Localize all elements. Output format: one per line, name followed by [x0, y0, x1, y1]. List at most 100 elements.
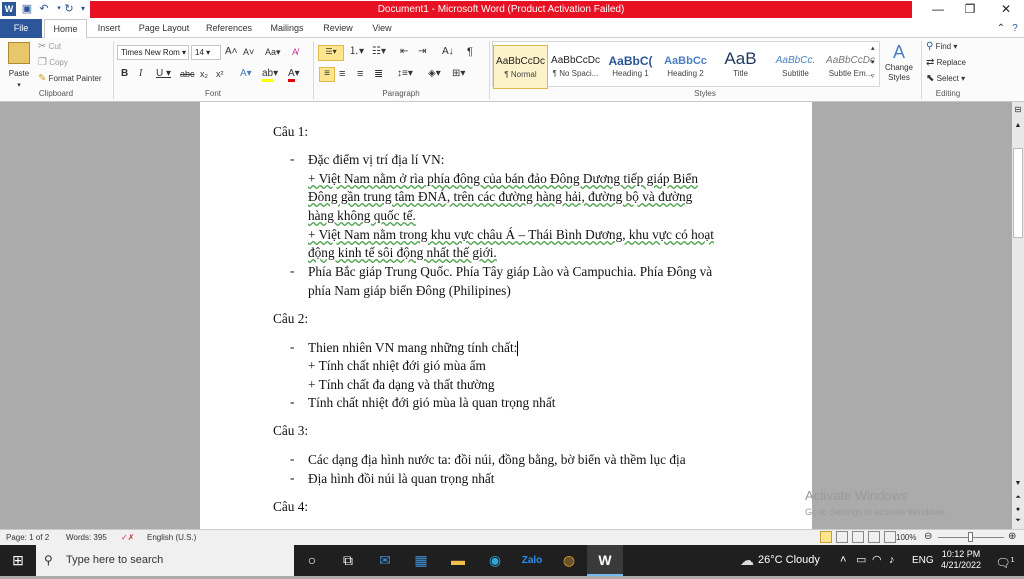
weather[interactable]: 26°C Cloudy	[758, 545, 820, 576]
select-button[interactable]: ⬉ Select ▾	[926, 73, 965, 85]
chrome-icon[interactable]: ◍	[551, 545, 587, 576]
style-subtitle[interactable]: AaBbCc. Subtitle	[768, 45, 823, 89]
tab-page-layout[interactable]: Page Layout	[134, 19, 194, 38]
minimize-ribbon-icon[interactable]: ⌃	[995, 19, 1007, 38]
close-button[interactable]: ✕	[988, 0, 1024, 19]
scroll-down-icon[interactable]: ▼	[1013, 480, 1023, 490]
style-subtle-emphasis[interactable]: AaBbCcDc Subtle Em...	[823, 45, 878, 89]
web-layout-icon[interactable]	[852, 531, 864, 543]
scroll-up-icon[interactable]: ▲	[1013, 122, 1023, 132]
proofing-icon[interactable]: ✓✗	[121, 533, 134, 542]
file-explorer-icon[interactable]: ▬	[440, 545, 476, 576]
zoom-in-icon[interactable]: ⊕	[1008, 531, 1016, 542]
redo-icon[interactable]: ↻	[62, 2, 76, 16]
format-painter-button[interactable]: ✎ Format Painter	[38, 73, 102, 85]
tab-references[interactable]: References	[202, 19, 256, 38]
volume-icon[interactable]: ♪	[889, 545, 895, 576]
style-no-spacing[interactable]: AaBbCcDc ¶ No Spaci...	[548, 45, 603, 89]
style-normal[interactable]: AaBbCcDc ¶ Normal	[493, 45, 548, 89]
taskbar-search[interactable]: ⚲ Type here to search	[36, 545, 294, 576]
align-left-button[interactable]: ≡	[319, 67, 335, 82]
word-taskbar-icon[interactable]: W	[587, 545, 623, 576]
tab-home[interactable]: Home	[44, 19, 87, 39]
style-heading-2[interactable]: AaBbCc Heading 2	[658, 45, 713, 89]
text-effects-icon[interactable]: A▾	[240, 68, 252, 80]
clock[interactable]: 10:12 PM 4/21/2022	[938, 549, 984, 571]
tab-review[interactable]: Review	[318, 19, 358, 38]
scroll-thumb[interactable]	[1013, 148, 1023, 238]
word-app-icon[interactable]: W	[2, 2, 16, 16]
help-icon[interactable]: ?	[1008, 19, 1022, 38]
next-page-icon[interactable]: ⏷	[1013, 517, 1023, 527]
input-language[interactable]: ENG	[912, 545, 934, 576]
network-icon[interactable]: ▭	[856, 545, 866, 576]
styles-scroll-down-icon[interactable]: ▾	[871, 57, 875, 69]
change-case-icon[interactable]: Aa▾	[265, 46, 281, 58]
align-center-icon[interactable]: ≡	[339, 68, 345, 80]
full-screen-reading-icon[interactable]	[836, 531, 848, 543]
cut-button[interactable]: ✂ Cut	[38, 41, 61, 53]
store-icon[interactable]: ▦	[403, 545, 439, 576]
draft-icon[interactable]	[884, 531, 896, 543]
find-button[interactable]: ⚲ Find ▾	[926, 41, 957, 53]
bold-icon[interactable]: B	[121, 68, 128, 80]
strikethrough-icon[interactable]: abc	[180, 68, 195, 80]
zoom-out-icon[interactable]: ⊖	[924, 531, 932, 542]
notifications-icon[interactable]: 🗨1	[992, 545, 1018, 579]
tab-file[interactable]: File	[0, 19, 42, 38]
change-styles-button[interactable]: A Change Styles	[883, 41, 915, 83]
clear-formatting-icon[interactable]: A̸	[292, 46, 298, 58]
borders-icon[interactable]: ⊞▾	[452, 68, 465, 80]
document-page[interactable]: Câu 1: - Đặc điểm vị trí địa lí VN: + Vi…	[200, 102, 812, 529]
font-size-select[interactable]: 14 ▾	[191, 45, 221, 60]
font-color-icon[interactable]: A▾	[288, 68, 300, 82]
tab-mailings[interactable]: Mailings	[264, 19, 310, 38]
font-name-select[interactable]: Times New Rom ▾	[117, 45, 189, 60]
sort-icon[interactable]: A↓	[442, 46, 454, 58]
tab-insert[interactable]: Insert	[92, 19, 126, 38]
outline-icon[interactable]	[868, 531, 880, 543]
language-indicator[interactable]: English (U.S.)	[147, 533, 196, 542]
styles-scroll-up-icon[interactable]: ▴	[871, 43, 875, 55]
save-icon[interactable]: ▣	[20, 2, 34, 16]
paste-button[interactable]: Paste ▾	[6, 40, 32, 89]
subscript-icon[interactable]: x₂	[200, 68, 208, 80]
align-right-icon[interactable]: ≡	[357, 68, 363, 80]
zalo-icon[interactable]: Zalo	[514, 545, 550, 576]
italic-icon[interactable]: I	[139, 68, 142, 80]
increase-indent-icon[interactable]: ⇥	[418, 46, 426, 58]
highlight-icon[interactable]: ab▾	[262, 68, 278, 82]
style-heading-1[interactable]: AaBbC( Heading 1	[603, 45, 658, 89]
word-count[interactable]: Words: 395	[66, 533, 107, 542]
maximize-button[interactable]: ❐	[952, 0, 988, 19]
zoom-level[interactable]: 100%	[896, 533, 916, 542]
shading-icon[interactable]: ◈▾	[428, 68, 441, 80]
justify-icon[interactable]: ≣	[374, 68, 383, 80]
replace-button[interactable]: ⇄ Replace	[926, 57, 966, 69]
vertical-scrollbar[interactable]: ⊟ ▲ ▼ ⏶ ● ⏷	[1012, 102, 1024, 529]
print-layout-icon[interactable]	[820, 531, 832, 543]
bullets-button[interactable]: ☰▾	[318, 45, 344, 61]
edge-icon[interactable]: ◉	[477, 545, 513, 576]
customize-qat-icon[interactable]: ▾	[76, 2, 90, 16]
style-title[interactable]: AaB Title	[713, 45, 768, 89]
multilevel-list-icon[interactable]: ☷▾	[372, 46, 386, 58]
task-view-icon[interactable]: ⧉	[330, 545, 366, 576]
mail-icon[interactable]: ✉	[367, 545, 403, 576]
previous-page-icon[interactable]: ⏶	[1013, 494, 1023, 504]
zoom-slider-thumb[interactable]	[968, 532, 973, 542]
grow-font-icon[interactable]: A˄	[225, 46, 238, 58]
select-browse-object-icon[interactable]: ●	[1013, 506, 1023, 516]
shrink-font-icon[interactable]: A˅	[243, 46, 254, 58]
underline-icon[interactable]: U ▾	[156, 68, 171, 80]
wifi-icon[interactable]: ◠	[872, 545, 882, 576]
windows-start-icon[interactable]: ⊞	[0, 545, 36, 576]
undo-icon[interactable]: ↶	[37, 2, 51, 16]
styles-more-icon[interactable]: ▿	[871, 71, 875, 83]
cortana-icon[interactable]: ○	[294, 545, 330, 576]
ruler-toggle-icon[interactable]: ⊟	[1013, 105, 1023, 117]
decrease-indent-icon[interactable]: ⇤	[400, 46, 408, 58]
hidden-icons-chevron[interactable]: ˄	[840, 545, 846, 576]
line-spacing-icon[interactable]: ↕≡▾	[397, 68, 413, 80]
show-marks-icon[interactable]: ¶	[467, 46, 473, 58]
